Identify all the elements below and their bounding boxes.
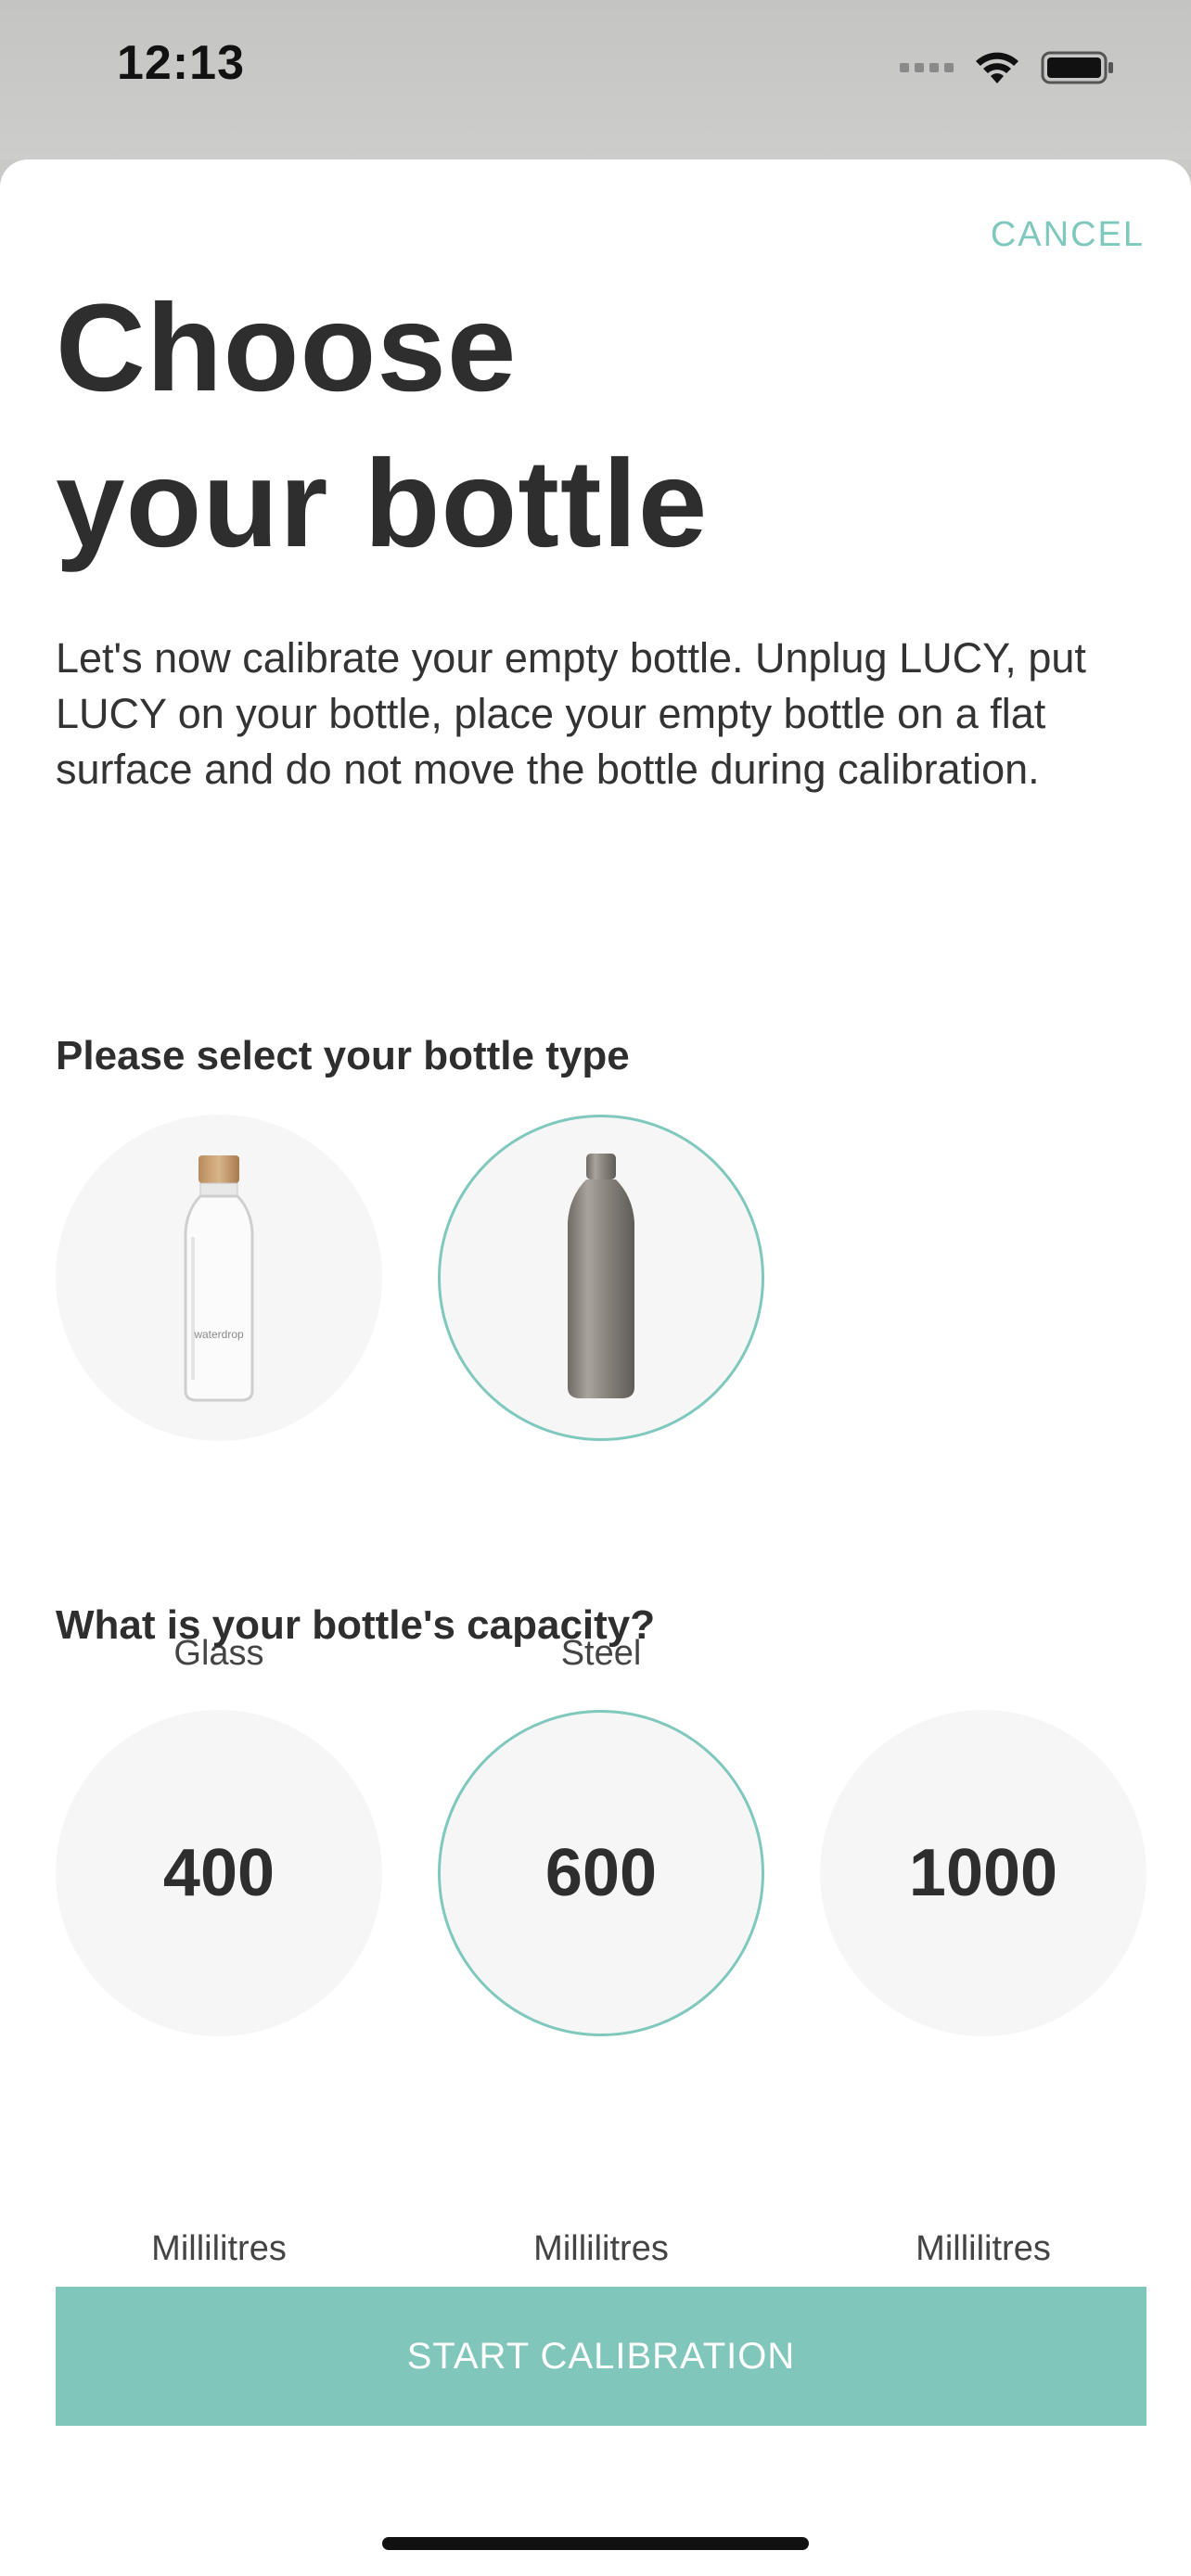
page-title: Choose your bottle	[56, 271, 708, 582]
glass-bottle-icon: waterdrop	[184, 1155, 254, 1402]
battery-icon	[1041, 51, 1113, 84]
capacity-option-400[interactable]: 400	[56, 1710, 382, 2036]
status-time: 12:13	[117, 36, 245, 90]
title-line-1: Choose	[56, 279, 518, 417]
capacity-option-1000[interactable]: 1000	[820, 1710, 1146, 2036]
capacity-unit: Millilitres	[916, 2229, 1051, 2268]
capacity-unit: Millilitres	[151, 2229, 287, 2268]
capacity-value: 400	[162, 1836, 275, 1910]
bottle-type-glass[interactable]: waterdrop	[56, 1115, 382, 1441]
title-line-2: your bottle	[56, 435, 709, 573]
steel-bottle-icon	[568, 1154, 634, 1398]
capacity-value: 600	[544, 1836, 658, 1910]
capacity-option-600[interactable]: 600	[438, 1710, 764, 2036]
cellular-signal-icon	[900, 63, 954, 72]
wifi-icon	[976, 52, 1018, 83]
calibration-description: Let's now calibrate your empty bottle. U…	[56, 634, 1086, 793]
bottle-type-label: Please select your bottle type	[56, 1033, 630, 1078]
bottle-type-steel[interactable]	[438, 1115, 764, 1441]
capacity-unit: Millilitres	[533, 2229, 669, 2268]
status-icons	[900, 45, 1115, 91]
cancel-button[interactable]: CANCEL	[991, 215, 1145, 255]
capacity-value: 1000	[908, 1836, 1058, 1910]
capacity-label: What is your bottle's capacity?	[56, 1602, 656, 1648]
start-calibration-button[interactable]: START CALIBRATION	[56, 2287, 1146, 2426]
status-bar: 12:13	[0, 0, 1191, 159]
bottle-setup-sheet: CANCEL Choose your bottle Let's now cali…	[0, 159, 1191, 2576]
home-indicator	[382, 2537, 809, 2550]
glass-bottle-brand: waterdrop	[193, 1328, 244, 1341]
